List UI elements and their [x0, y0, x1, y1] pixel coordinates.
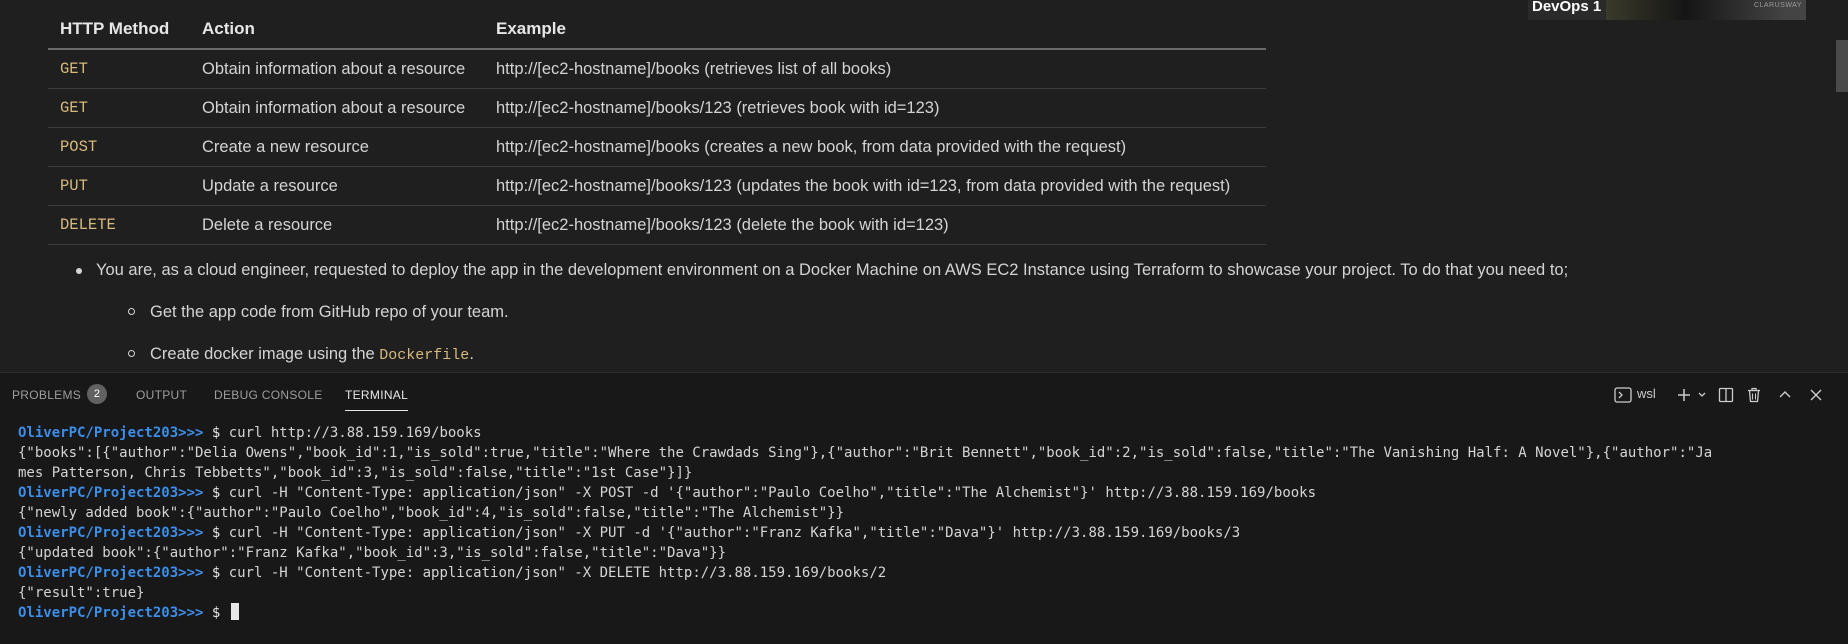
list-item-sub: Create docker image using the Dockerfile…	[124, 342, 1568, 368]
command-text: curl -H "Content-Type: application/json"…	[228, 525, 1241, 541]
list-item-sub: Get the app code from GitHub repo of you…	[124, 300, 1568, 324]
terminal-command-line: OliverPC/Project203>>> $	[18, 603, 239, 623]
terminal-output-line: {"result":true}	[18, 585, 145, 601]
markdown-preview: HTTP Method Action Example GET Obtain in…	[0, 0, 1848, 372]
sub-task-list: Get the app code from GitHub repo of you…	[96, 300, 1568, 368]
action-cell: Delete a resource	[190, 205, 484, 245]
sub-bullet-suffix: .	[469, 345, 474, 363]
terminal-dropdown-button[interactable]	[1697, 384, 1709, 406]
webcam-overlay: DevOps 1 CLARUSWAY	[1528, 0, 1806, 20]
terminal-cursor	[230, 603, 239, 620]
list-item-main: You are, as a cloud engineer, requested …	[70, 258, 1568, 368]
terminal-prompt: OliverPC/Project203>>>	[18, 605, 212, 621]
terminal-profile-button[interactable]: wsl	[1614, 384, 1676, 406]
command-text: curl http://3.88.159.169/books	[228, 425, 482, 441]
example-cell: http://[ec2-hostname]/books/123 (delete …	[484, 205, 1266, 245]
terminal-output-line: {"newly added book":{"author":"Paulo Coe…	[18, 505, 845, 521]
dockerfile-code: Dockerfile	[379, 347, 470, 364]
method-cell: DELETE	[48, 205, 190, 245]
prompt-dollar: $	[211, 525, 229, 541]
maximize-panel-button[interactable]	[1777, 384, 1797, 406]
preview-scrollbar-thumb[interactable]	[1836, 40, 1848, 92]
bottom-panel: PROBLEMS 2 OUTPUT DEBUG CONSOLE TERMINAL …	[0, 372, 1848, 644]
split-icon	[1718, 387, 1734, 403]
terminal-prompt: OliverPC/Project203>>>	[18, 485, 212, 501]
task-list: You are, as a cloud engineer, requested …	[70, 258, 1568, 368]
terminal-command-line: OliverPC/Project203>>> $ curl -H "Conten…	[18, 523, 1240, 543]
header-http-method: HTTP Method	[48, 10, 190, 50]
chevron-up-icon	[1779, 391, 1791, 398]
close-icon	[1810, 389, 1822, 401]
method-cell: GET	[48, 88, 190, 128]
close-panel-button[interactable]	[1808, 384, 1828, 406]
prompt-dollar: $	[211, 425, 229, 441]
method-cell: POST	[48, 127, 190, 167]
trash-icon	[1748, 387, 1760, 403]
table-row: POST Create a new resource http://[ec2-h…	[48, 127, 1266, 167]
tab-problems[interactable]: PROBLEMS 2	[12, 384, 108, 404]
panel-tabs: PROBLEMS 2 OUTPUT DEBUG CONSOLE TERMINAL …	[0, 373, 1848, 417]
command-text: curl -H "Content-Type: application/json"…	[228, 485, 1317, 501]
action-cell: Obtain information about a resource	[190, 88, 484, 128]
chevron-down-icon	[1698, 392, 1706, 397]
table-header-row: HTTP Method Action Example	[48, 10, 1266, 50]
terminal-prompt: OliverPC/Project203>>>	[18, 525, 212, 541]
method-cell: GET	[48, 49, 190, 89]
prompt-dollar: $	[211, 565, 229, 581]
table-row: DELETE Delete a resource http://[ec2-hos…	[48, 205, 1266, 245]
terminal-output-line: {"books":[{"author":"Delia Owens","book_…	[18, 445, 1713, 461]
new-terminal-button[interactable]	[1676, 384, 1696, 406]
kill-terminal-button[interactable]	[1746, 384, 1766, 406]
action-cell: Obtain information about a resource	[190, 49, 484, 89]
tab-debug-console[interactable]: DEBUG CONSOLE	[214, 388, 323, 402]
example-cell: http://[ec2-hostname]/books (creates a n…	[484, 127, 1266, 167]
sub-bullet-prefix: Create docker image using the	[150, 345, 380, 363]
method-cell: PUT	[48, 166, 190, 206]
terminal-prompt: OliverPC/Project203>>>	[18, 565, 212, 581]
header-example: Example	[484, 10, 1266, 50]
terminal-prompt: OliverPC/Project203>>>	[18, 425, 212, 441]
terminal-output-line: {"updated book":{"author":"Franz Kafka",…	[18, 545, 727, 561]
example-cell: http://[ec2-hostname]/books/123 (retriev…	[484, 88, 1266, 128]
plus-icon	[1678, 389, 1690, 401]
split-terminal-button[interactable]	[1718, 384, 1738, 406]
sub-bullet-text: Get the app code from GitHub repo of you…	[150, 303, 509, 321]
problems-count-badge: 2	[87, 384, 108, 404]
action-cell: Create a new resource	[190, 127, 484, 167]
tab-terminal[interactable]: TERMINAL	[345, 388, 409, 411]
http-methods-table: HTTP Method Action Example GET Obtain in…	[48, 10, 1266, 245]
table-row: GET Obtain information about a resource …	[48, 49, 1266, 89]
prompt-dollar: $	[211, 485, 229, 501]
example-cell: http://[ec2-hostname]/books/123 (updates…	[484, 166, 1266, 206]
shell-name: wsl	[1637, 386, 1656, 401]
header-action: Action	[190, 10, 484, 50]
terminal-icon	[1614, 387, 1632, 403]
terminal-command-line: OliverPC/Project203>>> $ curl http://3.8…	[18, 423, 482, 443]
table-row: PUT Update a resource http://[ec2-hostna…	[48, 166, 1266, 206]
command-text: curl -H "Content-Type: application/json"…	[228, 565, 887, 581]
tab-problems-label: PROBLEMS	[12, 388, 82, 403]
terminal-command-line: OliverPC/Project203>>> $ curl -H "Conten…	[18, 483, 1316, 503]
example-cell: http://[ec2-hostname]/books (retrieves l…	[484, 49, 1266, 89]
webcam-label: DevOps 1	[1532, 0, 1602, 15]
action-cell: Update a resource	[190, 166, 484, 206]
terminal-output-line: mes Patterson, Chris Tebbetts","book_id"…	[18, 465, 693, 481]
terminal-view[interactable]: OliverPC/Project203>>> $ curl http://3.8…	[0, 423, 1848, 644]
terminal-command-line: OliverPC/Project203>>> $ curl -H "Conten…	[18, 563, 886, 583]
prompt-dollar: $	[211, 605, 229, 621]
tab-output[interactable]: OUTPUT	[136, 388, 187, 402]
webcam-logo: CLARUSWAY	[1753, 2, 1802, 9]
main-bullet-text: You are, as a cloud engineer, requested …	[96, 261, 1569, 279]
table-row: GET Obtain information about a resource …	[48, 88, 1266, 128]
